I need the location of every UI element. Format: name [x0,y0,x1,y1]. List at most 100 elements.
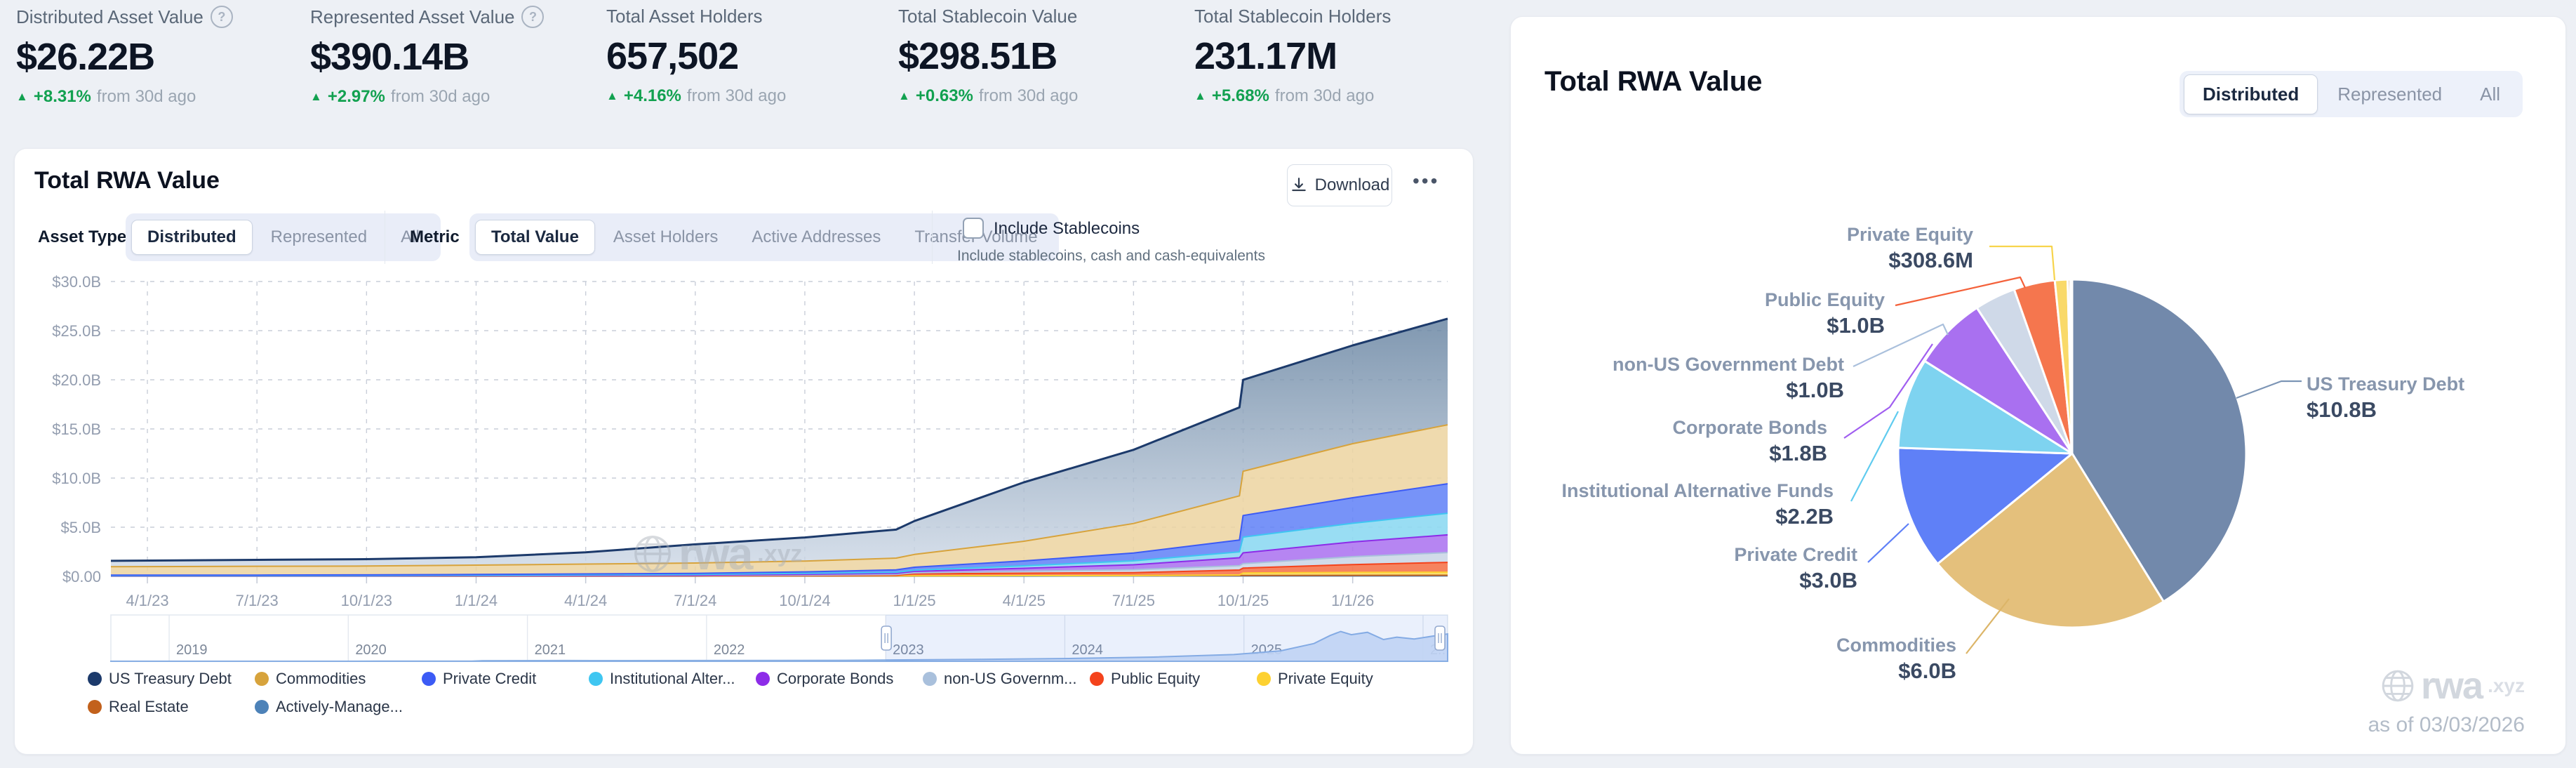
legend-item-actively-manage-[interactable]: Actively-Manage... [255,698,422,716]
watermark-text: rwa [679,528,752,580]
pie-label-name: US Treasury Debt [2307,372,2464,396]
svg-text:4/1/23: 4/1/23 [126,592,168,609]
delta-note: from 30d ago [687,86,786,106]
stat-distributed-asset-value: Distributed Asset Value ? $26.22B ▲ +8.3… [16,6,233,107]
stat-label-text: Total Stablecoin Value [898,6,1077,27]
legend-item-non-us-governm-[interactable]: non-US Governm... [923,670,1090,688]
pie-label-public-equity: Public Equity$1.0B [1765,288,1885,340]
legend-dot [88,672,102,686]
help-icon[interactable]: ? [211,6,233,28]
delta-percent: +8.31% [34,87,91,107]
pie-label-institutional-alternative-funds: Institutional Alternative Funds$2.2B [1561,479,1834,531]
legend-item-commodities[interactable]: Commodities [255,670,422,688]
pie-label-value: $1.0B [1765,312,1885,340]
legend-dot [255,672,269,686]
stat-total-stablecoin-holders: Total Stablecoin Holders 231.17M ▲ +5.68… [1194,6,1391,106]
delta-percent: +5.68% [1212,86,1269,106]
legend-item-private-credit[interactable]: Private Credit [422,670,589,688]
legend-item-us-treasury-debt[interactable]: US Treasury Debt [88,670,255,688]
pie-leader-line [2236,381,2302,398]
stat-label: Total Asset Holders [606,6,786,27]
delta-percent: +2.97% [328,87,385,107]
legend-label: Institutional Alter... [610,670,735,688]
svg-text:4/1/24: 4/1/24 [564,592,607,609]
help-icon[interactable]: ? [521,6,544,28]
legend-item-real-estate[interactable]: Real Estate [88,698,255,716]
svg-text:$25.0B: $25.0B [52,322,101,340]
pie-leader-line [1868,524,1909,562]
legend-item-corporate-bonds[interactable]: Corporate Bonds [756,670,923,688]
legend-dot [255,700,269,714]
delta-percent: +0.63% [916,86,973,106]
watermark-text: rwa [2421,664,2482,708]
pie-label-value: $308.6M [1847,246,1973,274]
legend-label: US Treasury Debt [109,670,232,688]
svg-text:1/1/26: 1/1/26 [1331,592,1374,609]
pie-label-commodities: Commodities$6.0B [1836,633,1956,685]
stat-total-stablecoin-value: Total Stablecoin Value $298.51B ▲ +0.63%… [898,6,1078,106]
legend-dot [1257,672,1271,686]
pie-label-value: $6.0B [1836,657,1956,685]
pie-label-name: Commodities [1836,633,1956,657]
legend-item-private-equity[interactable]: Private Equity [1257,670,1424,688]
stacked-area-chart[interactable]: $30.0B$25.0B$20.0B$15.0B$10.0B$5.0B$0.00… [15,149,1473,754]
delta-percent: +4.16% [624,86,681,106]
svg-text:7/1/23: 7/1/23 [236,592,279,609]
svg-text:$5.0B: $5.0B [61,519,102,536]
stat-label-text: Total Asset Holders [606,6,763,27]
svg-text:$20.0B: $20.0B [52,371,101,389]
pie-label-corporate-bonds: Corporate Bonds$1.8B [1672,416,1827,468]
stat-delta: ▲ +4.16% from 30d ago [606,86,786,106]
svg-text:2019: 2019 [176,642,207,658]
minimap-brush-handle[interactable] [881,626,891,650]
legend-dot [756,672,770,686]
rwa-watermark: rwa .xyz [2380,664,2525,708]
up-arrow-icon: ▲ [16,90,28,104]
delta-note: from 30d ago [97,87,196,107]
delta-note: from 30d ago [979,86,1078,106]
stat-value: $298.51B [898,34,1078,78]
svg-text:1/1/24: 1/1/24 [455,592,498,609]
pie-leader-line [1966,599,2009,654]
delta-note: from 30d ago [391,87,490,107]
legend-label: Commodities [276,670,366,688]
legend-item-institutional-alter-[interactable]: Institutional Alter... [589,670,756,688]
legend-label: Actively-Manage... [276,698,403,716]
stat-label: Distributed Asset Value ? [16,6,233,28]
globe-icon [632,534,673,574]
stat-total-asset-holders: Total Asset Holders 657,502 ▲ +4.16% fro… [606,6,786,106]
pie-leader-line [1851,411,1898,501]
watermark-suffix: .xyz [2488,675,2525,697]
pie-label-us-treasury-debt: US Treasury Debt$10.8B [2307,372,2464,424]
svg-text:10/1/23: 10/1/23 [341,592,392,609]
stat-label: Represented Asset Value ? [310,6,544,28]
legend-label: Private Credit [443,670,536,688]
legend-item-public-equity[interactable]: Public Equity [1090,670,1257,688]
pie-label-name: Corporate Bonds [1672,416,1827,439]
minimap-brush-handle[interactable] [1435,626,1445,650]
svg-text:4/1/25: 4/1/25 [1003,592,1046,609]
stat-delta: ▲ +0.63% from 30d ago [898,86,1078,106]
pie-label-name: Institutional Alternative Funds [1561,479,1834,503]
pie-label-value: $1.8B [1672,439,1827,468]
pie-label-name: Public Equity [1765,288,1885,312]
stat-value: $26.22B [16,35,233,79]
watermark-suffix: .xyz [757,541,802,568]
stat-value: 231.17M [1194,34,1391,78]
legend-label: Real Estate [109,698,189,716]
svg-text:2020: 2020 [355,642,387,658]
svg-text:7/1/25: 7/1/25 [1112,592,1155,609]
pie-label-name: Private Credit [1734,543,1857,567]
total-rwa-value-chart-card: Total RWA Value Download ••• Asset Type … [14,148,1474,755]
svg-text:10/1/24: 10/1/24 [779,592,830,609]
svg-text:$15.0B: $15.0B [52,421,101,438]
up-arrow-icon: ▲ [898,89,910,103]
stat-label-text: Represented Asset Value [310,6,514,28]
legend-label: non-US Governm... [944,670,1077,688]
legend-label: Corporate Bonds [777,670,893,688]
svg-text:10/1/25: 10/1/25 [1217,592,1269,609]
pie-label-name: non-US Government Debt [1613,352,1844,376]
pie-label-name: Private Equity [1847,223,1973,246]
up-arrow-icon: ▲ [606,89,618,103]
pie-label-private-credit: Private Credit$3.0B [1734,543,1857,595]
